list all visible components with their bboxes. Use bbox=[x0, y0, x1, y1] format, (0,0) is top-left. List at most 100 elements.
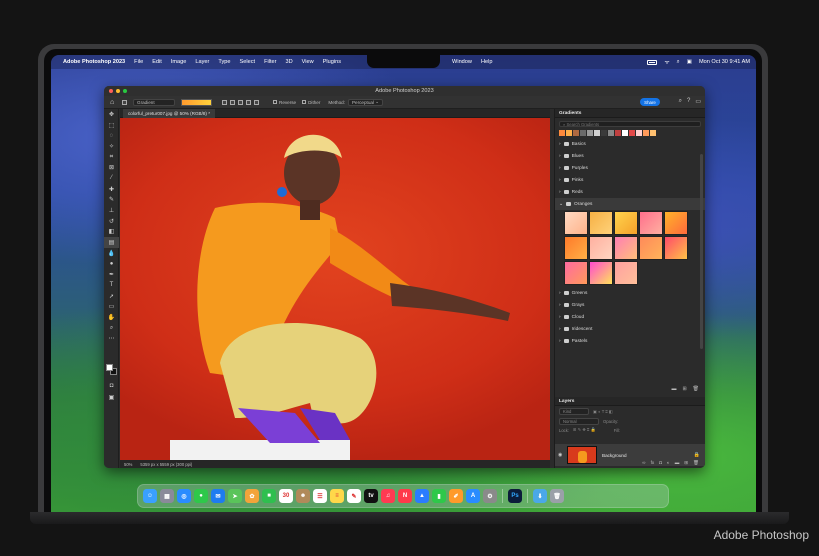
menu-3d[interactable]: 3D bbox=[286, 59, 293, 65]
frame-tool-icon[interactable]: ⊠ bbox=[104, 162, 119, 173]
folder-grays[interactable]: › Grays bbox=[555, 299, 705, 311]
document-tab[interactable]: colorful_pretur007.jpg @ 50% (RGB/8) * bbox=[123, 109, 216, 118]
recent-gradient-swatch[interactable] bbox=[650, 130, 656, 136]
blur-tool-icon[interactable]: 💧 bbox=[104, 248, 119, 259]
tool-preset-select[interactable]: Gradient bbox=[133, 98, 175, 106]
gradient-swatch[interactable] bbox=[564, 211, 588, 235]
new-group-icon[interactable]: ▬ bbox=[671, 386, 676, 392]
recent-gradient-swatch[interactable] bbox=[608, 130, 614, 136]
downloads-icon[interactable]: ⬇ bbox=[533, 489, 547, 503]
folder-pastels[interactable]: › Pastels bbox=[555, 335, 705, 347]
tool-preset-icon[interactable] bbox=[122, 99, 127, 105]
recent-gradient-swatch[interactable] bbox=[573, 130, 579, 136]
share-button[interactable]: Share bbox=[640, 98, 660, 106]
blend-mode-select[interactable]: Normal bbox=[559, 418, 599, 425]
folder-basics[interactable]: › Basics bbox=[555, 138, 705, 150]
zoom-tool-icon[interactable]: ⌕ bbox=[104, 323, 119, 334]
news-icon[interactable]: N bbox=[398, 489, 412, 503]
move-tool-icon[interactable]: ✥ bbox=[104, 109, 119, 120]
gradients-panel-title[interactable]: Gradients bbox=[559, 111, 581, 116]
dodge-tool-icon[interactable]: ● bbox=[104, 259, 119, 270]
document-canvas[interactable] bbox=[120, 118, 550, 460]
magic-wand-tool-icon[interactable]: ✧ bbox=[104, 141, 119, 152]
linear-gradient-icon[interactable] bbox=[222, 99, 227, 105]
home-icon[interactable]: ⌂ bbox=[110, 99, 118, 106]
minimize-button[interactable] bbox=[116, 89, 120, 93]
hand-tool-icon[interactable]: ✋ bbox=[104, 312, 119, 323]
finder-icon[interactable]: ☺ bbox=[143, 489, 157, 503]
angle-gradient-icon[interactable] bbox=[238, 99, 243, 105]
messages-icon[interactable]: ● bbox=[194, 489, 208, 503]
mask-icon[interactable]: ◘ bbox=[659, 460, 662, 466]
path-selection-tool-icon[interactable]: ➚ bbox=[104, 291, 119, 302]
search-icon[interactable]: ⌕ bbox=[679, 98, 682, 105]
photoshop-icon[interactable]: Ps bbox=[508, 489, 522, 503]
recent-gradient-swatch[interactable] bbox=[629, 130, 635, 136]
folder-cloud[interactable]: › Cloud bbox=[555, 311, 705, 323]
gradient-swatch[interactable] bbox=[589, 236, 613, 260]
menu-select[interactable]: Select bbox=[240, 59, 256, 65]
gradient-swatch[interactable] bbox=[564, 261, 588, 285]
gradient-swatch[interactable] bbox=[614, 211, 638, 235]
marquee-tool-icon[interactable]: ⬚ bbox=[104, 120, 119, 131]
screen-mode-icon[interactable]: ▣ bbox=[104, 392, 119, 403]
workspace-icon[interactable]: ▭ bbox=[695, 98, 701, 105]
delete-icon[interactable]: 🗑 bbox=[693, 460, 699, 466]
help-icon[interactable]: ? bbox=[687, 98, 690, 105]
folder-iridescent[interactable]: › Iridescent bbox=[555, 323, 705, 335]
menu-image[interactable]: Image bbox=[171, 59, 187, 65]
reminders-icon[interactable]: ☰ bbox=[313, 489, 327, 503]
reflected-gradient-icon[interactable] bbox=[246, 99, 251, 105]
brush-tool-icon[interactable]: ✎ bbox=[104, 195, 119, 206]
numbers-icon[interactable]: ▮ bbox=[432, 489, 446, 503]
app-store-icon[interactable]: A bbox=[466, 489, 480, 503]
delete-icon[interactable]: 🗑 bbox=[693, 386, 699, 392]
diamond-gradient-icon[interactable] bbox=[254, 99, 259, 105]
folder-greens[interactable]: › Greens bbox=[555, 287, 705, 299]
gradient-swatch[interactable] bbox=[181, 98, 212, 106]
menu-app-name[interactable]: Adobe Photoshop 2023 bbox=[63, 59, 125, 65]
healing-brush-tool-icon[interactable]: ✚ bbox=[104, 184, 119, 195]
layer-name[interactable]: Background bbox=[602, 453, 627, 458]
layer-kind-filter[interactable]: Kind bbox=[559, 408, 589, 415]
menu-view[interactable]: View bbox=[302, 59, 314, 65]
gradient-swatch[interactable] bbox=[564, 236, 588, 260]
pages-icon[interactable]: ✐ bbox=[449, 489, 463, 503]
folder-oranges[interactable]: ⌄ Oranges bbox=[555, 198, 705, 210]
notes-icon[interactable]: ≡ bbox=[330, 489, 344, 503]
menu-type[interactable]: Type bbox=[218, 59, 230, 65]
menubar-clock[interactable]: Mon Oct 30 9:41 AM bbox=[699, 59, 750, 65]
eye-icon[interactable]: ◉ bbox=[558, 452, 562, 458]
group-icon[interactable]: ▬ bbox=[675, 460, 680, 466]
recent-gradient-swatch[interactable] bbox=[636, 130, 642, 136]
photos-icon[interactable]: ✿ bbox=[245, 489, 259, 503]
gradient-swatch[interactable] bbox=[589, 261, 613, 285]
launchpad-icon[interactable]: ▦ bbox=[160, 489, 174, 503]
recent-gradient-swatch[interactable] bbox=[601, 130, 607, 136]
menu-layer[interactable]: Layer bbox=[195, 59, 209, 65]
gradients-scrollbar[interactable] bbox=[700, 154, 703, 349]
safari-icon[interactable]: ◎ bbox=[177, 489, 191, 503]
foreground-color-swatch[interactable] bbox=[106, 364, 113, 371]
recent-gradient-swatch[interactable] bbox=[566, 130, 572, 136]
more-tools-icon[interactable]: ⋯ bbox=[104, 333, 119, 344]
wifi-icon[interactable]: ᯤ bbox=[664, 58, 669, 66]
battery-icon[interactable] bbox=[647, 59, 658, 65]
close-button[interactable] bbox=[109, 89, 113, 93]
folder-blues[interactable]: › Blues bbox=[555, 150, 705, 162]
gradient-swatch[interactable] bbox=[639, 211, 663, 235]
facetime-icon[interactable]: ■ bbox=[262, 489, 276, 503]
music-icon[interactable]: ♫ bbox=[381, 489, 395, 503]
recent-gradient-swatch[interactable] bbox=[587, 130, 593, 136]
menu-file[interactable]: File bbox=[134, 59, 143, 65]
new-layer-icon[interactable]: ⊞ bbox=[684, 460, 688, 466]
clone-stamp-tool-icon[interactable]: ⊥ bbox=[104, 205, 119, 216]
gradient-swatch[interactable] bbox=[639, 236, 663, 260]
calendar-icon[interactable]: 30 bbox=[279, 489, 293, 503]
freeform-icon[interactable]: ✎ bbox=[347, 489, 361, 503]
new-gradient-icon[interactable]: ⊞ bbox=[682, 386, 686, 392]
menu-filter[interactable]: Filter bbox=[264, 59, 276, 65]
gradients-search-input[interactable]: ⌕ Search Gradients bbox=[559, 121, 701, 127]
eraser-tool-icon[interactable]: ◧ bbox=[104, 227, 119, 238]
lasso-tool-icon[interactable]: ◌ bbox=[104, 130, 119, 141]
